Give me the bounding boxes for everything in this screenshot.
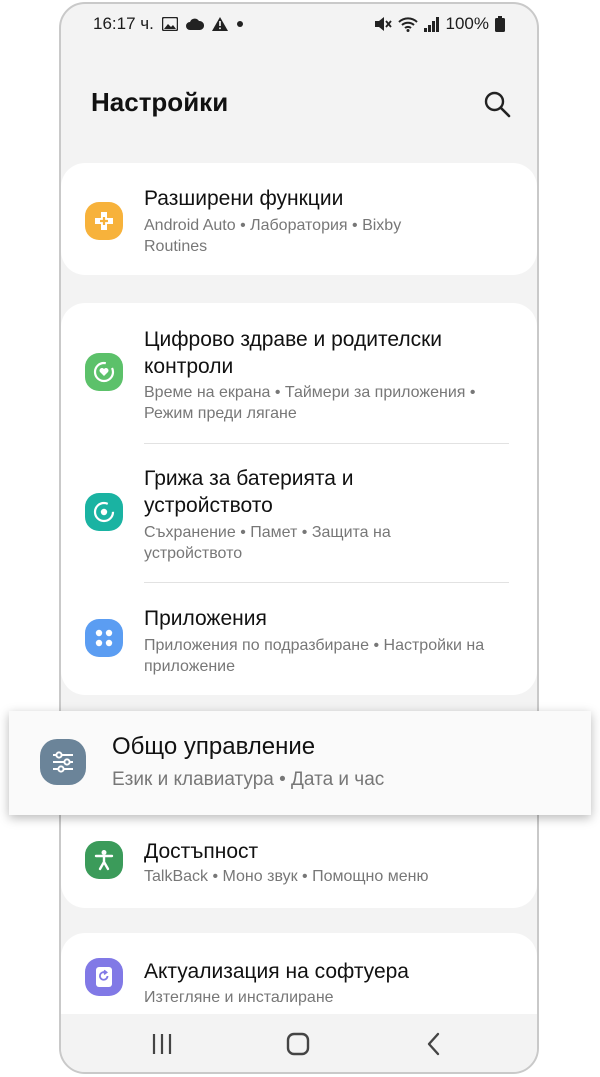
settings-card-advanced: Разширени функции Android Auto • Лаборат… bbox=[61, 163, 537, 275]
settings-card-main: Цифрово здраве и родителски контроли Вре… bbox=[61, 303, 537, 695]
device-care-icon bbox=[85, 493, 123, 531]
status-bar: 16:17 ч. 100% bbox=[61, 4, 537, 42]
heart-ring-icon bbox=[85, 353, 123, 391]
settings-item-advanced-features[interactable]: Разширени функции Android Auto • Лаборат… bbox=[61, 163, 537, 275]
item-title: Общо управление bbox=[112, 733, 316, 760]
settings-item-accessibility[interactable]: Достъпност TalkBack • Моно звук • Помощн… bbox=[61, 826, 537, 908]
wifi-icon bbox=[397, 17, 418, 32]
mute-icon bbox=[374, 17, 392, 31]
item-subtitle: Изтегляне и инсталиране bbox=[144, 989, 334, 1006]
item-subtitle: Android Auto • Лаборатория • Bixby Routi… bbox=[144, 217, 402, 255]
battery-percent: 100% bbox=[445, 14, 489, 33]
navigation-bar bbox=[61, 1014, 537, 1072]
item-subtitle: Време на екрана • Таймери за приложения … bbox=[144, 384, 476, 422]
recent-apps-icon[interactable] bbox=[149, 1031, 175, 1057]
item-subtitle: Език и клавиатура • Дата и час bbox=[112, 769, 385, 790]
status-time: 16:17 ч. bbox=[93, 14, 154, 33]
software-update-icon bbox=[85, 958, 123, 996]
notification-dot-icon bbox=[236, 21, 243, 27]
item-title: Достъпност bbox=[144, 840, 259, 863]
item-title: Приложения bbox=[144, 607, 267, 630]
settings-item-battery-care[interactable]: Грижа за батерията и устройството Съхран… bbox=[61, 444, 537, 582]
sliders-icon bbox=[40, 739, 86, 785]
item-title: Разширени функции bbox=[144, 187, 344, 210]
search-icon[interactable] bbox=[483, 90, 511, 118]
settings-item-apps[interactable]: Приложения Приложения по подразбиране • … bbox=[61, 583, 537, 695]
signal-icon bbox=[423, 16, 439, 32]
item-title: Цифрово здраве и родителски контроли bbox=[144, 328, 443, 378]
gallery-icon bbox=[161, 17, 178, 31]
page-title: Настройки bbox=[91, 87, 229, 117]
battery-icon bbox=[495, 16, 505, 32]
cloud-icon bbox=[185, 18, 204, 30]
item-subtitle: Съхранение • Памет • Защита на устройств… bbox=[144, 524, 391, 562]
item-title: Грижа за батерията и устройството bbox=[144, 467, 354, 517]
warning-icon bbox=[211, 17, 228, 31]
item-subtitle: Приложения по подразбиране • Настройки н… bbox=[144, 637, 485, 675]
apps-grid-icon bbox=[85, 619, 123, 657]
home-icon[interactable] bbox=[285, 1031, 311, 1057]
settings-item-general-management[interactable]: Общо управление Език и клавиатура • Дата… bbox=[9, 711, 591, 815]
item-title: Актуализация на софтуера bbox=[144, 960, 409, 983]
accessibility-icon bbox=[85, 841, 123, 879]
plus-puzzle-icon bbox=[85, 202, 123, 240]
phone-frame: 16:17 ч. 100% Настройки Разширени функци… bbox=[59, 2, 539, 1074]
settings-item-digital-wellbeing[interactable]: Цифрово здраве и родителски контроли Вре… bbox=[61, 303, 537, 443]
back-icon[interactable] bbox=[421, 1031, 447, 1057]
item-subtitle: TalkBack • Моно звук • Помощно меню bbox=[144, 868, 429, 885]
